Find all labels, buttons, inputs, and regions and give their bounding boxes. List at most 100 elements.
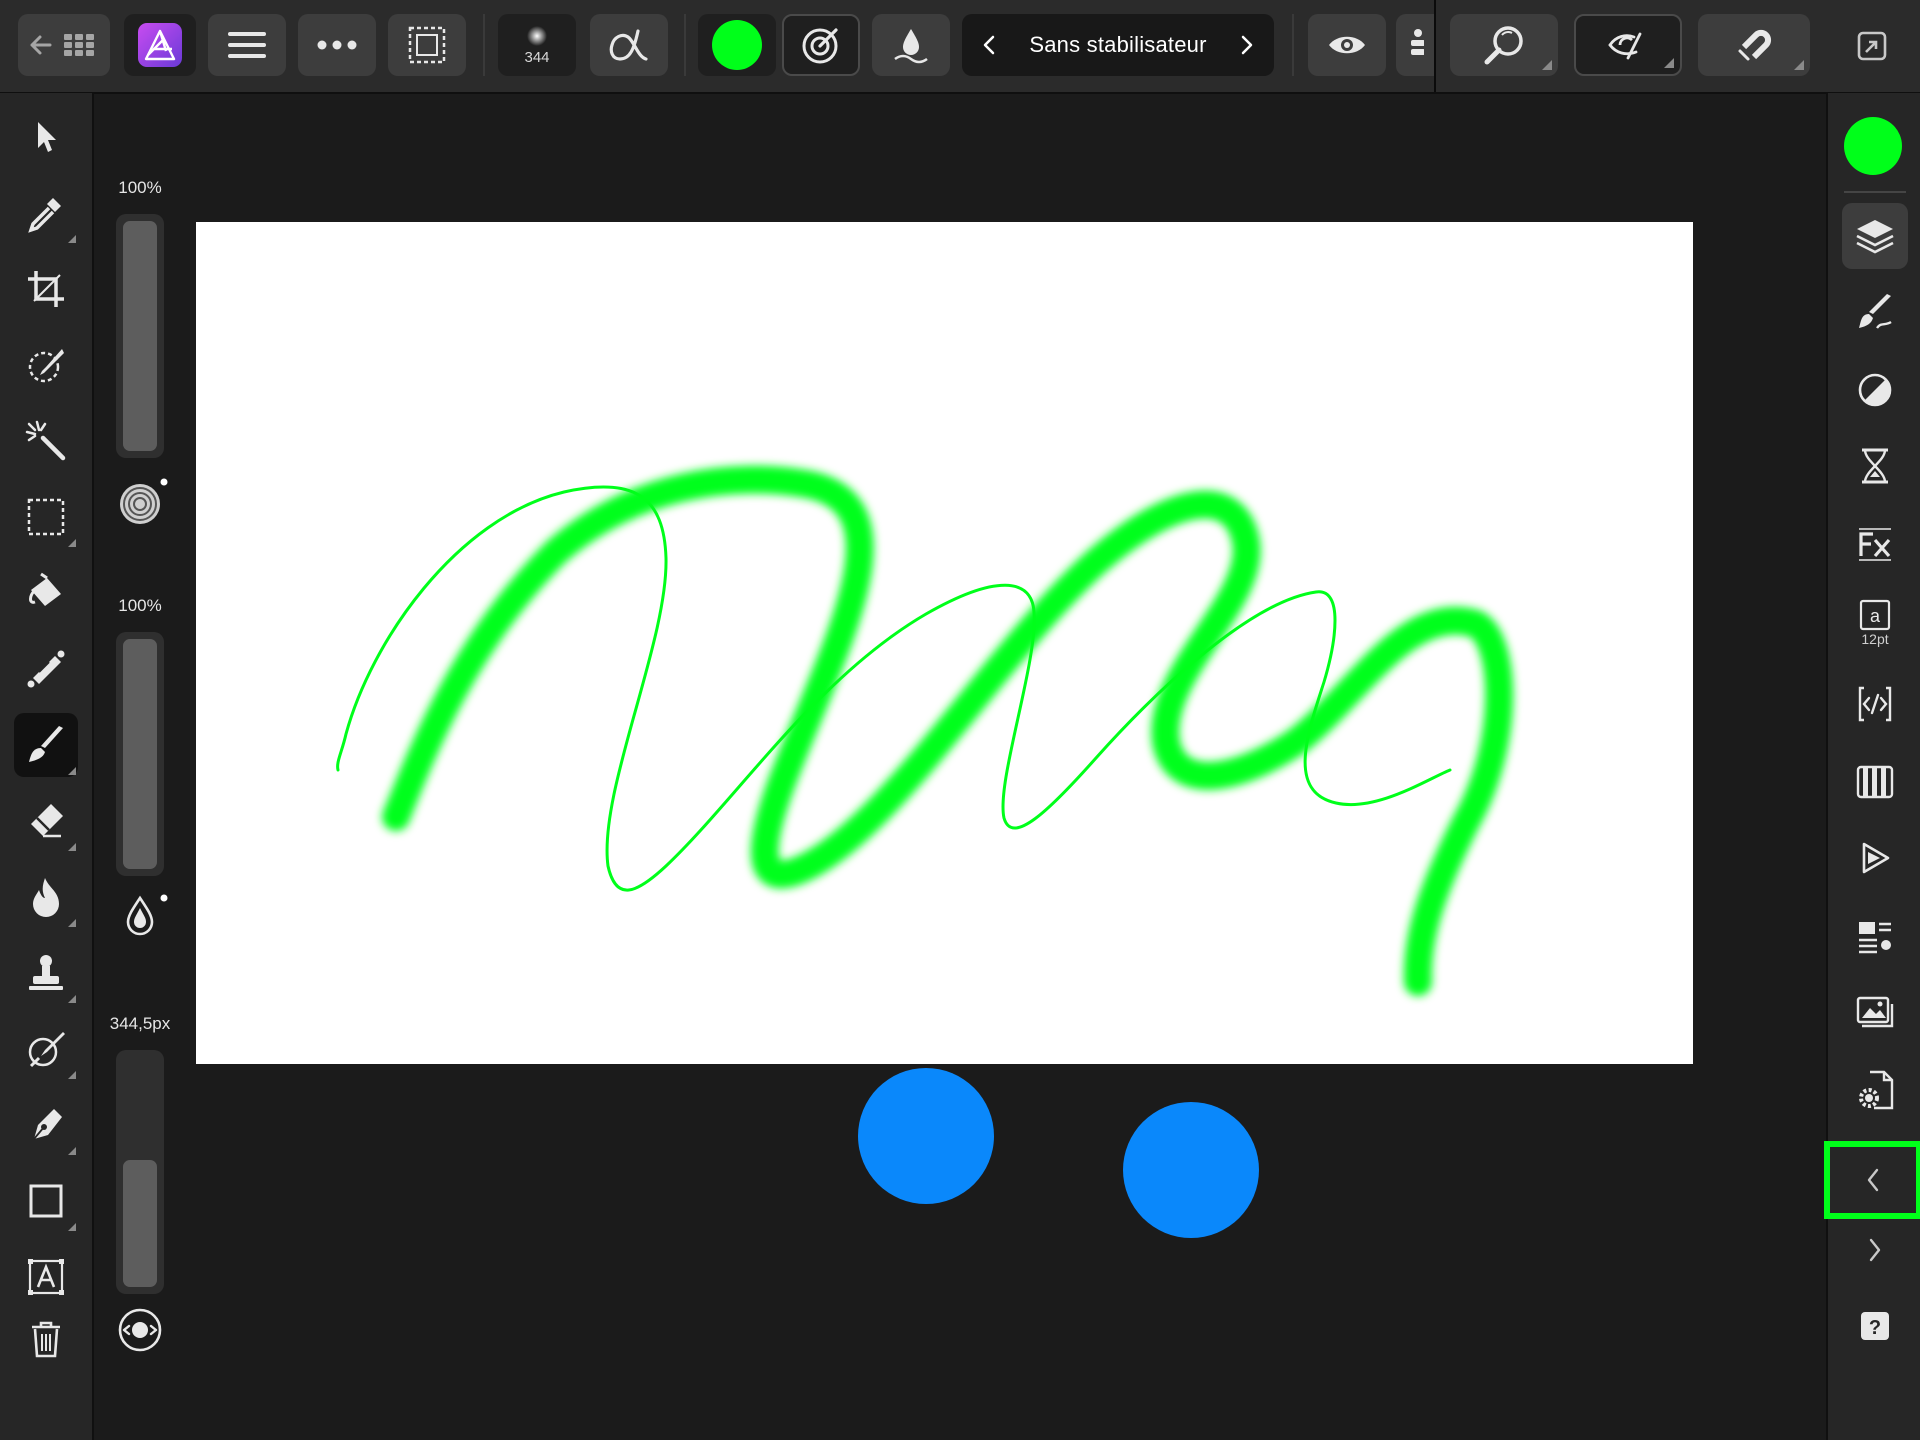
history-studio-button[interactable] [1842,433,1908,499]
rectangle-tool[interactable] [14,1169,78,1233]
rectangle-marquee-icon [27,498,65,536]
help-button[interactable]: ? [1842,1293,1908,1359]
channels-studio-button[interactable] [1842,749,1908,815]
opacity-mode-button[interactable] [118,474,170,526]
collapse-panel-button[interactable] [1824,1141,1920,1219]
expand-panel-button[interactable] [1842,1217,1908,1283]
chevron-left-icon [1867,1168,1879,1192]
fullscreen-button[interactable] [1846,22,1898,70]
chevron-right-icon [1869,1238,1881,1262]
brush-target-icon [802,28,838,64]
flow-slider[interactable] [116,632,164,876]
brush-size-button[interactable]: 344 [498,14,576,76]
clone-brush-tool[interactable] [14,941,78,1005]
stabilizer-next-button[interactable] [1232,34,1262,56]
adjustments-studio-button[interactable] [1842,357,1908,423]
stabilizer-selector[interactable]: Sans stabilisateur [962,14,1274,76]
wet-edges-button[interactable] [872,14,950,76]
tools-panel [0,93,94,1440]
effects-studio-button[interactable] [1842,511,1908,577]
channels-icon [1856,765,1894,799]
size-slider[interactable] [116,1050,164,1294]
water-drop-icon [894,29,928,64]
assistant-figure-icon [1411,29,1424,55]
macro-studio-button[interactable] [1842,671,1908,737]
color-picker-button[interactable] [698,14,776,76]
gradient-icon [27,650,65,688]
text-style-icon: a [1859,599,1891,631]
pen-tool[interactable] [14,1093,78,1157]
more-options-button[interactable] [298,14,376,76]
flame-icon [33,878,59,917]
flood-select-tool[interactable] [14,409,78,473]
color-studio-button[interactable] [1844,117,1902,175]
paint-brush-tool[interactable] [14,713,78,777]
paint-bucket-icon [29,572,61,606]
paint-brush-icon [29,726,63,762]
burn-brush-tool[interactable] [14,865,78,929]
top-toolbar: 344 Sans stabilisateur [0,0,1920,94]
size-mode-button[interactable] [116,1306,164,1354]
document-canvas[interactable] [196,222,1693,1064]
brush-tip-preview-icon [527,25,547,46]
brushes-icon [1859,294,1892,329]
info-studio-button[interactable] [1842,903,1908,969]
alpha-icon [609,29,648,61]
document-gear-icon [1859,1070,1894,1110]
marquee-selection-icon [408,26,446,64]
back-gallery-icon [30,34,94,56]
stabilizer-label: Sans stabilisateur [1029,32,1207,57]
flood-fill-tool[interactable] [14,561,78,625]
affinity-photo-logo-icon [138,23,182,67]
chevron-left-icon [983,35,995,55]
adjustment-icon [1858,373,1892,407]
document-settings-button[interactable] [1842,1057,1908,1123]
opacity-slider[interactable] [116,214,164,458]
rectangle-icon [29,1184,63,1218]
hamburger-icon [228,32,266,58]
brush-options-button[interactable] [782,14,860,76]
layers-studio-button[interactable] [1842,203,1908,269]
arrow-pointer-icon [38,122,56,152]
assistant-button[interactable] [1396,14,1436,76]
menu-button[interactable] [208,14,286,76]
eye-slash-icon [1608,32,1642,60]
snapping-button[interactable] [1698,14,1810,76]
move-tool[interactable] [14,105,78,169]
hide-ui-button[interactable] [1574,14,1682,76]
info-list-icon [1859,922,1891,954]
eyedropper-icon [28,198,61,233]
artistic-text-icon [28,1259,64,1295]
hourglass-icon [1862,448,1888,484]
zoom-button[interactable] [1450,14,1558,76]
fx-icon [1859,528,1891,561]
size-pressure-icon [118,1308,162,1352]
persona-switch-button[interactable] [124,14,196,76]
back-to-gallery-button[interactable] [18,14,110,76]
opacity-alpha-button[interactable] [590,14,668,76]
selection-button[interactable] [388,14,466,76]
text-styles-studio-button[interactable]: a 12pt [1842,587,1908,659]
thin-brush-stroke [336,485,1452,892]
view-toggle-button[interactable] [1308,14,1386,76]
brushes-studio-button[interactable] [1842,279,1908,345]
healing-brush-tool[interactable] [14,1017,78,1081]
brush-size-value: 344 [524,48,550,66]
flow-label: 100% [118,596,162,615]
navigator-studio-button[interactable] [1842,825,1908,891]
gradient-tool[interactable] [14,637,78,701]
flow-mode-button[interactable] [118,890,170,942]
crop-tool[interactable] [14,257,78,321]
selection-brush-tool[interactable] [14,333,78,397]
code-icon [1858,686,1892,722]
eye-icon [1329,36,1365,54]
expand-icon [1857,31,1887,61]
stabilizer-prev-button[interactable] [974,34,1004,56]
delete-button[interactable] [14,1307,78,1371]
stock-studio-button[interactable] [1842,979,1908,1045]
image-stack-icon [1856,996,1894,1028]
marquee-tool[interactable] [14,485,78,549]
text-tool[interactable] [14,1245,78,1309]
color-picker-tool[interactable] [14,181,78,245]
erase-brush-tool[interactable] [14,789,78,853]
